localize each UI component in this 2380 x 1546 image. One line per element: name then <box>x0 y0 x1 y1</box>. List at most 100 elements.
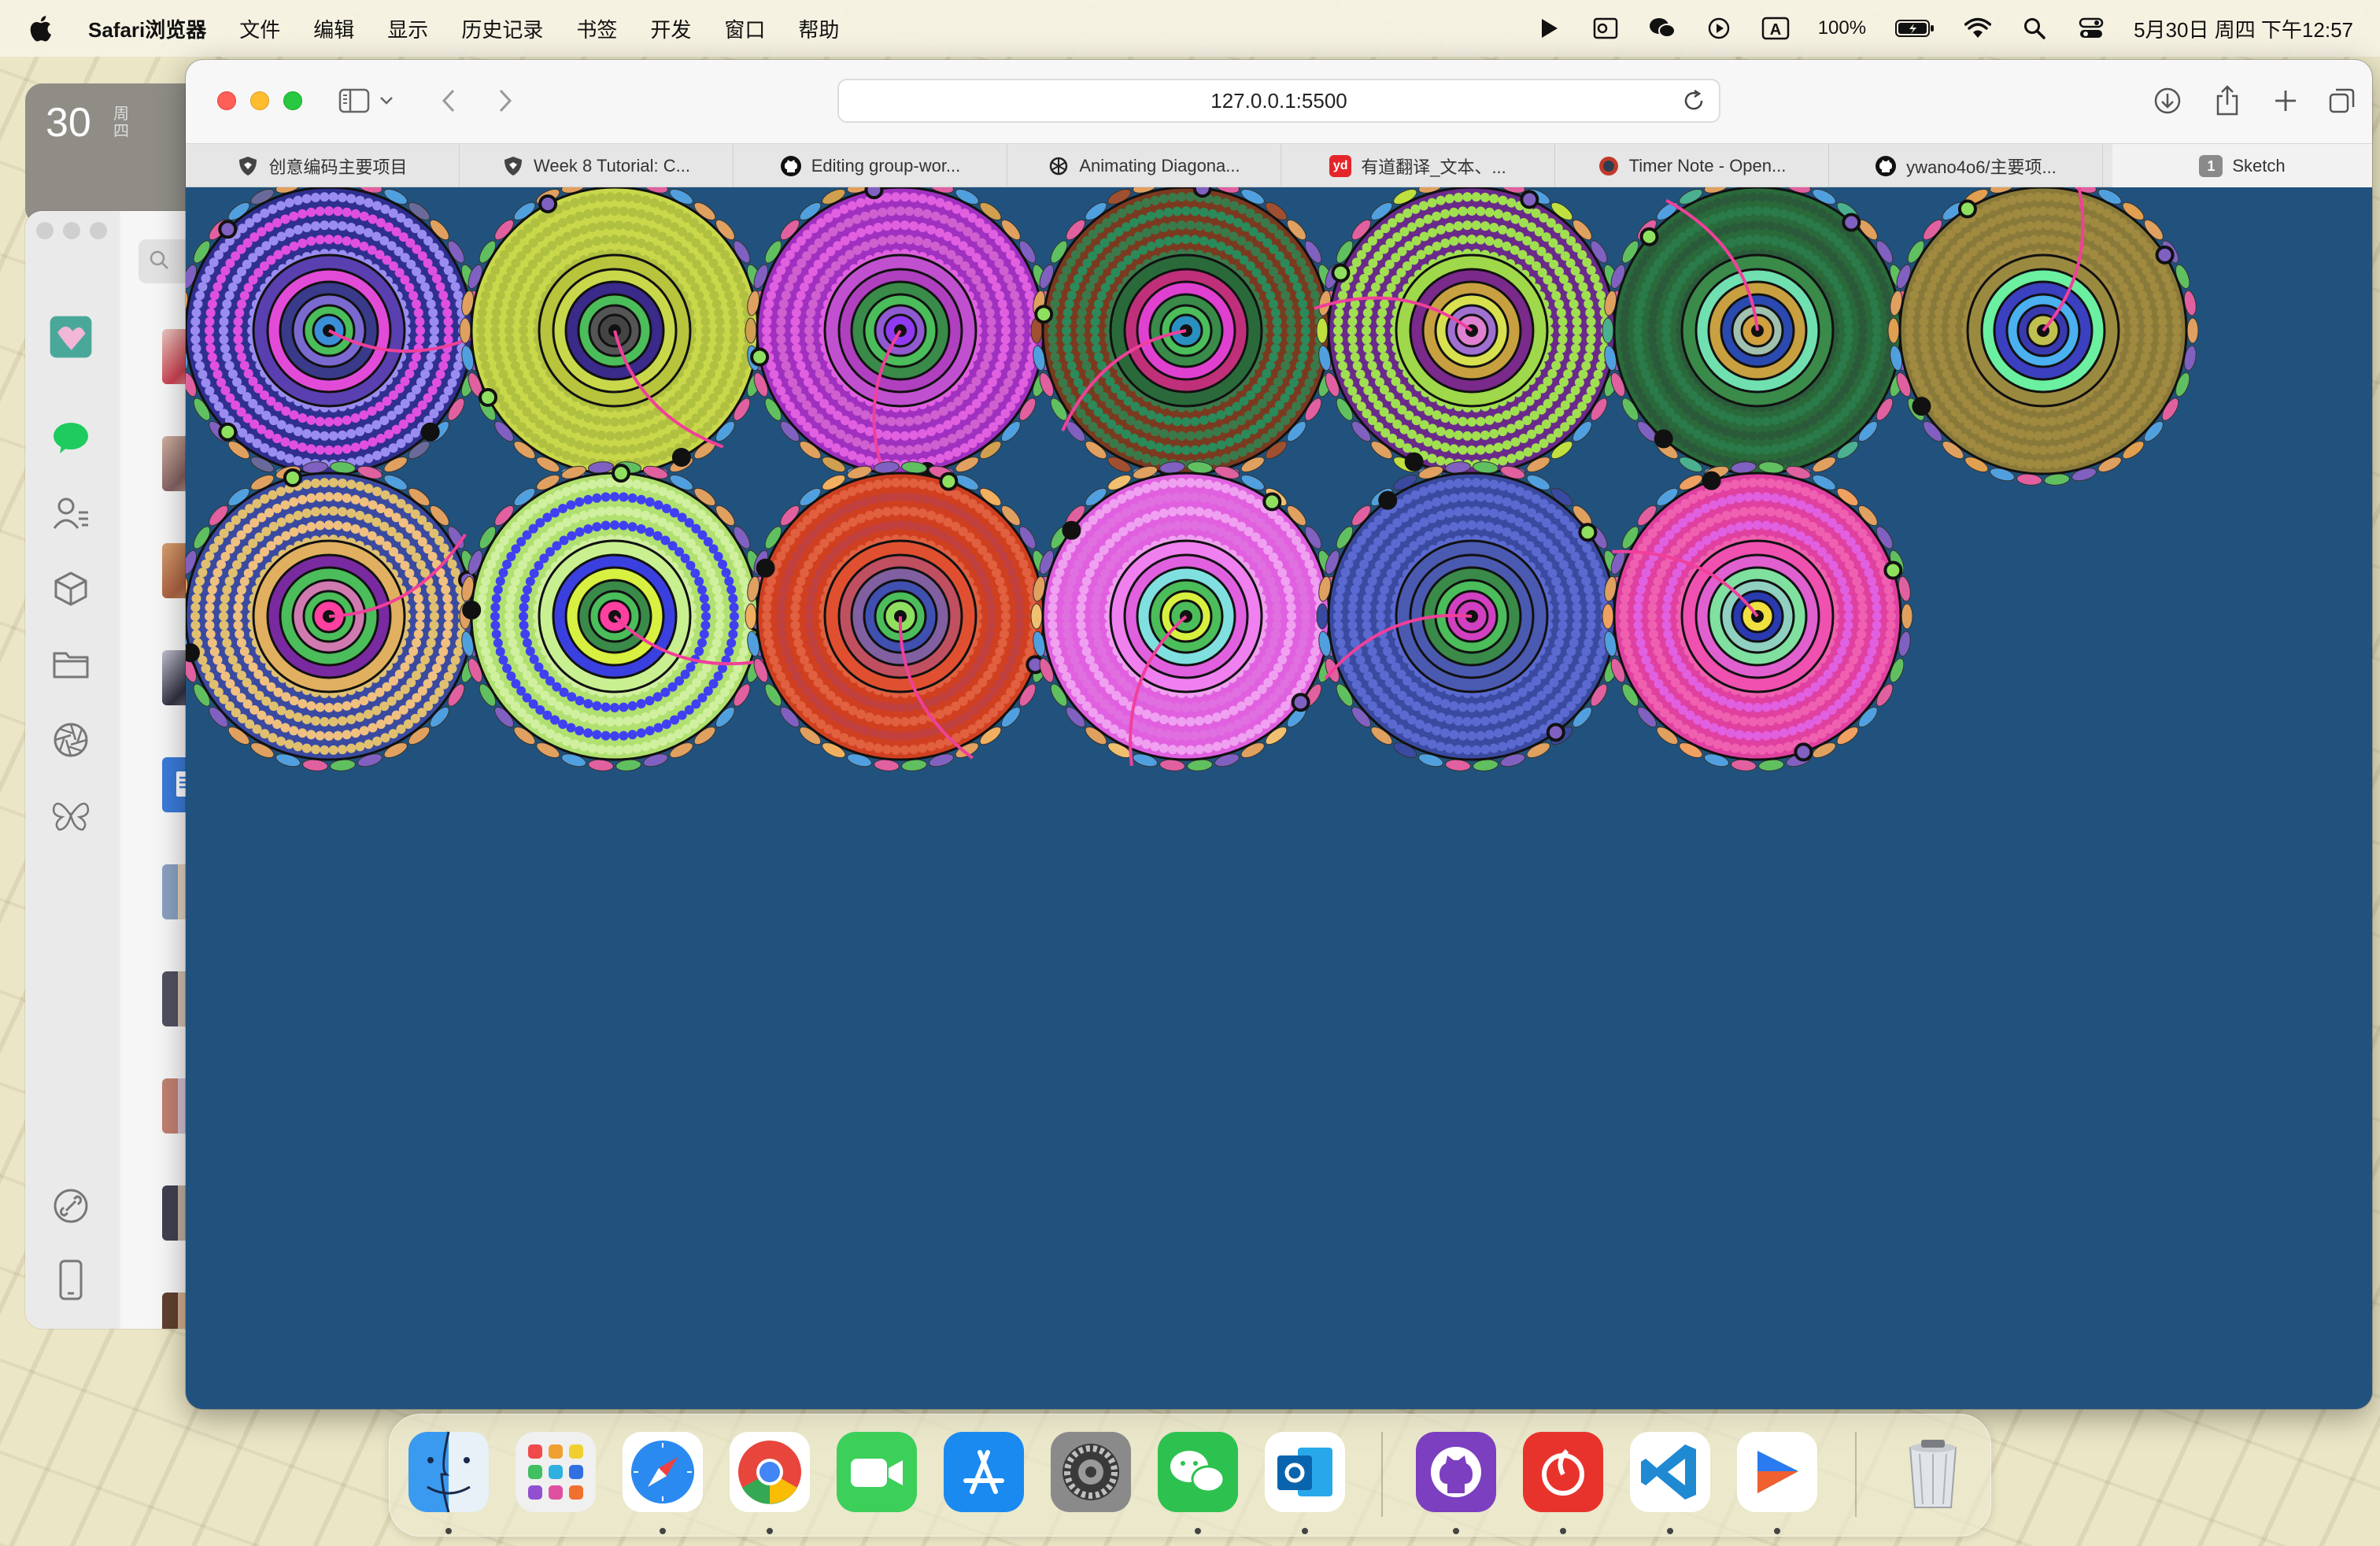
dock-separator <box>1381 1432 1383 1517</box>
openai-icon <box>1048 155 1070 177</box>
github-icon <box>1875 155 1897 177</box>
trash-icon[interactable] <box>1890 1429 1976 1515</box>
youdao-icon: yd <box>1329 155 1352 177</box>
folder-icon[interactable] <box>49 642 93 686</box>
menu-file[interactable]: 文件 <box>239 14 280 43</box>
wechat-status-icon[interactable] <box>1648 14 1676 43</box>
menu-bookmarks[interactable]: 书签 <box>576 14 617 43</box>
share-icon[interactable] <box>2210 83 2245 118</box>
address-bar[interactable]: 127.0.0.1:5500 <box>837 79 1720 123</box>
battery-icon[interactable] <box>1894 14 1935 43</box>
app-store-icon[interactable] <box>941 1429 1027 1515</box>
outlook-icon[interactable] <box>1262 1429 1348 1515</box>
tab-label: ywano4o6/主要项... <box>1906 157 2057 177</box>
artwork-circle <box>1316 461 1628 771</box>
contacts-icon[interactable] <box>49 491 93 535</box>
tab-item[interactable]: Timer Note - Open... <box>1555 144 1829 188</box>
tab-item[interactable]: Animating Diagona... <box>1007 144 1281 188</box>
tab-overview-icon[interactable] <box>2325 83 2360 118</box>
artwork-circle <box>1030 461 1342 771</box>
tab-item[interactable]: ywano4o6/主要项... <box>1829 144 2103 188</box>
sketch-canvas[interactable] <box>186 187 2372 1409</box>
menu-view[interactable]: 显示 <box>387 14 428 43</box>
github-desktop-icon[interactable] <box>1413 1429 1499 1515</box>
chevron-down-icon[interactable] <box>375 83 398 118</box>
menu-app-name[interactable]: Safari浏览器 <box>88 14 206 43</box>
downloads-icon[interactable] <box>2150 83 2185 118</box>
shield-icon <box>502 155 524 177</box>
artwork-circle <box>459 187 771 486</box>
calendar-widget[interactable]: 30 周四 <box>25 83 206 225</box>
cube-icon[interactable] <box>49 567 93 611</box>
artwork-circle <box>1030 187 1342 486</box>
tab-label: 创意编码主要项目 <box>268 157 408 177</box>
running-indicator <box>1667 1528 1673 1534</box>
menubar-clock[interactable]: 5月30日 周四 下午12:57 <box>2134 14 2353 43</box>
safari-app-icon[interactable] <box>619 1429 706 1515</box>
back-button-icon[interactable] <box>431 83 466 118</box>
tab-badge: 1 <box>2199 155 2223 177</box>
menu-window[interactable]: 窗口 <box>724 14 765 43</box>
finder-icon[interactable] <box>405 1429 492 1515</box>
tab-item[interactable]: 创意编码主要项目 <box>186 144 460 188</box>
page-content <box>186 187 2372 1409</box>
minimize-window-button[interactable] <box>250 91 269 110</box>
artwork-circle <box>745 187 1056 490</box>
running-indicator <box>1195 1528 1201 1534</box>
new-tab-icon[interactable] <box>2268 83 2303 118</box>
chrome-icon[interactable] <box>726 1429 813 1515</box>
tab-item[interactable]: yd 有道翻译_文本、... <box>1281 144 1555 188</box>
menu-develop[interactable]: 开发 <box>650 14 691 43</box>
play-arrow-icon[interactable] <box>1535 14 1563 43</box>
menu-help[interactable]: 帮助 <box>798 14 839 43</box>
chat-icon[interactable] <box>49 416 93 460</box>
safari-window[interactable]: 127.0.0.1:5500 创意编码主要项目 Week 8 Tutorial:… <box>186 60 2372 1409</box>
tab-item[interactable]: Week 8 Tutorial: C... <box>460 144 734 188</box>
background-app-window[interactable] <box>25 211 206 1329</box>
running-indicator <box>767 1528 773 1534</box>
menu-history[interactable]: 历史记录 <box>461 14 543 43</box>
dock <box>389 1414 1991 1537</box>
timer-icon <box>1598 155 1620 177</box>
tab-label: Animating Diagona... <box>1079 156 1240 176</box>
tab-active-sketch[interactable]: 1 Sketch <box>2112 144 2372 188</box>
vscode-icon[interactable] <box>1627 1429 1713 1515</box>
tab-label: Sketch <box>2232 156 2286 176</box>
github-icon <box>780 155 802 177</box>
tab-label: 有道翻译_文本、... <box>1361 157 1506 177</box>
calendar-date-number: 30 <box>46 100 91 146</box>
apple-menu-icon[interactable] <box>28 15 60 42</box>
aperture-icon[interactable] <box>49 718 93 762</box>
running-indicator <box>1774 1528 1780 1534</box>
facetime-icon[interactable] <box>833 1429 920 1515</box>
artwork-circle <box>1887 187 2199 486</box>
artwork-circle <box>1314 187 1628 486</box>
sidebar-toggle-icon[interactable] <box>337 83 371 118</box>
media-play-icon[interactable] <box>1705 14 1733 43</box>
wifi-icon[interactable] <box>1964 14 1992 43</box>
profile-avatar-icon[interactable] <box>49 315 93 359</box>
wechat-icon[interactable] <box>1155 1429 1241 1515</box>
system-settings-icon[interactable] <box>1048 1429 1134 1515</box>
running-indicator <box>1302 1528 1308 1534</box>
netease-music-icon[interactable] <box>1520 1429 1606 1515</box>
menu-bar: Safari浏览器 文件 编辑 显示 历史记录 书签 开发 窗口 帮助 A 10… <box>0 0 2380 57</box>
spotlight-search-icon[interactable] <box>2020 14 2049 43</box>
outlook-status-icon[interactable] <box>1591 14 1620 43</box>
reload-icon[interactable] <box>1683 88 1706 119</box>
butterfly-icon[interactable] <box>49 793 93 838</box>
forward-button-icon[interactable] <box>488 83 523 118</box>
artwork-circle <box>186 187 489 486</box>
control-center-icon[interactable] <box>2077 14 2105 43</box>
close-window-button[interactable] <box>217 91 236 110</box>
phone-device-icon[interactable] <box>49 1258 93 1302</box>
running-indicator <box>445 1528 452 1534</box>
tab-bar: 创意编码主要项目 Week 8 Tutorial: C... Editing g… <box>186 143 2372 188</box>
launchpad-icon[interactable] <box>512 1429 599 1515</box>
feishu-icon[interactable] <box>1734 1429 1820 1515</box>
link-icon[interactable] <box>49 1184 93 1228</box>
input-method-icon[interactable]: A <box>1761 14 1790 43</box>
menu-edit[interactable]: 编辑 <box>313 14 354 43</box>
zoom-window-button[interactable] <box>283 91 302 110</box>
tab-item[interactable]: Editing group-wor... <box>734 144 1007 188</box>
